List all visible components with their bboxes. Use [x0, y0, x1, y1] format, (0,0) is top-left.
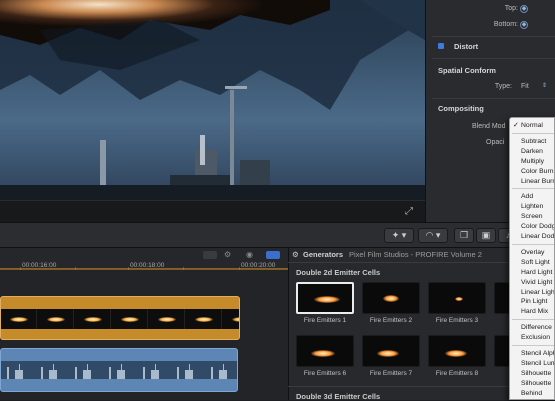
top-stepper[interactable]: ◆ — [520, 5, 528, 13]
retime-menu-button[interactable]: ◠ ▾ — [418, 228, 448, 243]
top-label: Top: — [504, 5, 518, 12]
skimming-toggle-icon[interactable] — [266, 251, 280, 259]
blend-mode-item[interactable]: Color Burn — [521, 168, 554, 175]
generators-tab[interactable]: Generators — [303, 250, 343, 259]
spatial-conform-title: Spatial Conform — [438, 66, 496, 75]
generator-thumbnail[interactable] — [296, 282, 354, 314]
distort-enable-checkbox[interactable] — [438, 43, 444, 49]
bottom-stepper[interactable]: ◆ — [520, 21, 528, 29]
blend-mode-item[interactable]: Linear Dodge — [521, 233, 554, 240]
blend-mode-item[interactable]: Difference — [521, 324, 552, 331]
blend-mode-item[interactable]: Linear Burn — [521, 178, 554, 185]
menu-separator — [512, 132, 554, 134]
generators-icon: ⚙ — [292, 250, 299, 259]
type-select[interactable]: Fit — [521, 83, 529, 90]
generator-thumbnail[interactable] — [296, 335, 354, 367]
video-viewer[interactable] — [0, 0, 425, 200]
blend-mode-item[interactable]: Multiply — [521, 158, 544, 165]
clip-filmstrip — [1, 309, 239, 329]
camera-small-icon[interactable]: ◉ — [246, 251, 258, 259]
opacity-label: Opaci — [486, 139, 505, 146]
blend-mode-item[interactable]: Soft Light — [521, 259, 550, 266]
blend-mode-item[interactable]: Lighten — [521, 203, 543, 210]
toolbar: ✦ ▾ ◠ ▾ ❐ ▣ ♪ — [0, 222, 555, 248]
menu-separator — [512, 188, 554, 190]
fullscreen-icon[interactable]: ⤢ — [401, 205, 417, 219]
blend-mode-item[interactable]: Linear Light — [521, 289, 554, 296]
tools-menu-button[interactable]: ✦ ▾ — [384, 228, 414, 243]
timeline-ruler[interactable]: ⚙ ◉ 00:00:16:00 00:00:18:00 00:00:20:00 — [0, 248, 288, 270]
generator-thumbnail[interactable] — [428, 335, 486, 367]
thumbnail-label: Fire Emitters 2 — [369, 317, 413, 324]
type-select-arrow-icon[interactable]: ⇕ — [542, 82, 547, 89]
selected-check-icon: ✓ — [513, 122, 519, 129]
type-label: Type: — [494, 83, 512, 90]
blend-mode-item[interactable]: Vivid Light — [521, 279, 552, 286]
blend-mode-item[interactable]: Exclusion — [521, 334, 550, 341]
thumbnail-label: Fire Emitters 6 — [303, 370, 347, 377]
media-browser-icon[interactable]: ❐ — [454, 228, 474, 243]
blend-mode-item[interactable]: Color Dodge — [521, 223, 554, 230]
menu-separator — [512, 345, 554, 346]
compositing-title: Compositing — [438, 104, 484, 113]
blend-mode-label: Blend Mod — [472, 123, 506, 130]
clip-filmstrip — [1, 361, 237, 379]
camera-icon[interactable]: ▣ — [476, 228, 496, 243]
blend-mode-item[interactable]: Normal — [521, 122, 543, 129]
menu-separator — [512, 243, 554, 245]
bottom-label: Bottom: — [493, 21, 518, 28]
refinery-clip[interactable] — [0, 348, 238, 392]
settings-icon[interactable]: ⚙ — [224, 251, 236, 259]
blend-mode-item[interactable]: Overlay — [521, 249, 544, 256]
fire-clip[interactable] — [0, 296, 240, 340]
generator-thumbnail[interactable] — [428, 282, 486, 314]
distort-section-title[interactable]: Distort — [454, 42, 478, 51]
blend-mode-item[interactable]: Pin Light — [521, 298, 547, 305]
thumbnail-label: Fire Emitters 7 — [369, 370, 413, 377]
blend-mode-menu[interactable]: ✓ Normal Subtract Darken Multiply Color Burn L… — [509, 117, 555, 400]
menu-separator — [512, 319, 554, 321]
blend-mode-item[interactable]: Hard Mix — [521, 308, 548, 315]
blend-mode-item[interactable]: Add — [521, 193, 533, 200]
blend-mode-item[interactable]: Stencil Luma — [521, 360, 554, 367]
viewer-image — [0, 0, 425, 200]
blend-mode-item[interactable]: Screen — [521, 213, 543, 220]
blend-mode-item[interactable]: Stencil Alpha — [521, 350, 554, 357]
blend-mode-item[interactable]: Darken — [521, 148, 543, 155]
blend-mode-item[interactable]: Silhouette — [521, 380, 551, 387]
viewer-footer: ⤢ — [0, 200, 425, 222]
blend-mode-item[interactable]: Hard Light — [521, 269, 552, 276]
category-header: Double 2d Emitter Cells — [296, 268, 381, 277]
blend-mode-item[interactable]: Behind — [521, 390, 542, 397]
thumbnail-label: Fire Emitters 1 — [303, 317, 347, 324]
audio-meter-icon[interactable] — [203, 251, 217, 259]
blend-mode-item[interactable]: Silhouette — [521, 370, 551, 377]
blend-mode-item[interactable]: Subtract — [521, 138, 546, 145]
generator-thumbnail[interactable] — [362, 335, 420, 367]
thumbnail-label: Fire Emitters 3 — [435, 317, 479, 324]
thumbnail-label: Fire Emitters 8 — [435, 370, 479, 377]
generator-thumbnail[interactable] — [362, 282, 420, 314]
browser-path: Pixel Film Studios - PROFIRE Volume 2 — [349, 250, 482, 259]
